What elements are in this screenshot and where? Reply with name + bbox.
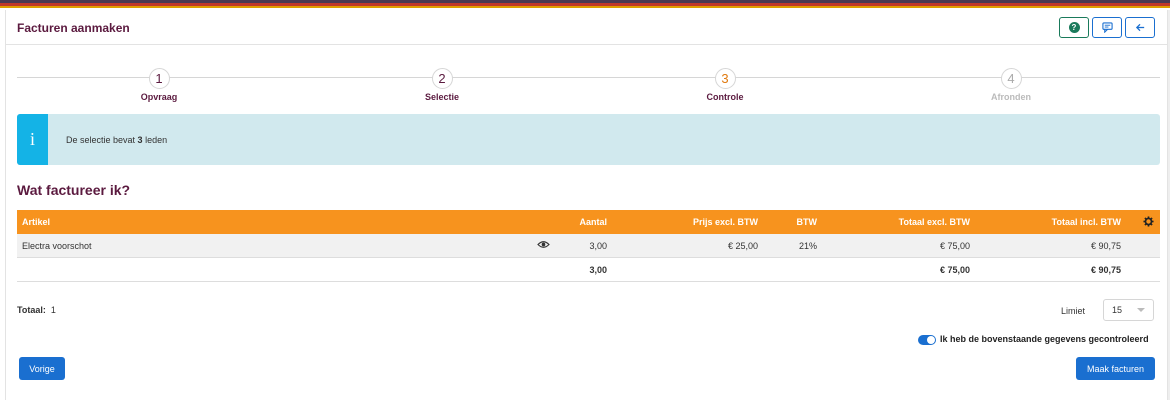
col-prijs[interactable]: Prijs excl. BTW: [693, 217, 758, 227]
confirm-toggle[interactable]: [918, 335, 936, 345]
feedback-button[interactable]: [1092, 17, 1122, 38]
make-invoices-button[interactable]: Maak facturen: [1076, 357, 1155, 380]
wizard-steps: 1 Opvraag 2 Selectie 3 Controle 4 Afrond…: [17, 68, 1160, 108]
cell-btw: 21%: [798, 241, 817, 251]
panel-header: Facturen aanmaken ?: [6, 10, 1167, 45]
info-alert: i De selectie bevat 3 leden: [17, 114, 1160, 165]
step-selectie[interactable]: 2 Selectie: [382, 68, 502, 102]
step-label: Controle: [706, 92, 744, 102]
step-number: 2: [431, 68, 453, 89]
col-totaal-incl[interactable]: Totaal incl. BTW: [1052, 217, 1121, 227]
limit-label: Limiet: [1061, 306, 1086, 316]
eye-icon[interactable]: [537, 239, 550, 252]
step-controle[interactable]: 3 Controle: [665, 68, 785, 102]
step-number: 3: [714, 68, 736, 89]
step-label: Opvraag: [140, 92, 178, 102]
confirm-label: Ik heb de bovenstaande gegevens gecontro…: [940, 334, 1149, 344]
step-label: Afronden: [991, 92, 1031, 102]
alert-text: De selectie bevat 3 leden: [66, 135, 168, 145]
col-aantal[interactable]: Aantal: [579, 217, 607, 227]
invoice-table: Artikel Aantal Prijs excl. BTW BTW Totaa…: [17, 210, 1160, 282]
arrow-left-icon: [1135, 23, 1144, 32]
info-icon: i: [17, 114, 48, 165]
total-aantal: 3,00: [589, 265, 607, 275]
step-label: Selectie: [424, 92, 460, 102]
limit-select[interactable]: 15: [1103, 299, 1154, 321]
chevron-down-icon: [1137, 308, 1145, 312]
col-totaal-excl[interactable]: Totaal excl. BTW: [899, 217, 970, 227]
col-artikel[interactable]: Artikel: [22, 217, 50, 227]
help-button[interactable]: ?: [1059, 17, 1089, 38]
step-number: 4: [1000, 68, 1022, 89]
previous-button[interactable]: Vorige: [19, 357, 65, 380]
top-color-stripe: [0, 0, 1170, 10]
main-panel: Facturen aanmaken ? 1 Opvraag 2 Selectie…: [5, 10, 1168, 400]
table-header: Artikel Aantal Prijs excl. BTW BTW Totaa…: [17, 210, 1160, 234]
cell-prijs: € 25,00: [727, 241, 758, 251]
table-row: Electra voorschot 3,00 € 25,00 21% € 75,…: [17, 234, 1160, 258]
cell-totaal-incl: € 90,75: [1090, 241, 1121, 251]
total-incl: € 90,75: [1090, 265, 1121, 275]
cell-totaal-excl: € 75,00: [939, 241, 970, 251]
step-opvraag[interactable]: 1 Opvraag: [99, 68, 219, 102]
back-button[interactable]: [1125, 17, 1155, 38]
page-title: Facturen aanmaken: [17, 21, 130, 35]
col-btw[interactable]: BTW: [797, 217, 818, 227]
question-circle-icon: ?: [1068, 22, 1080, 33]
total-count: Totaal: 1: [17, 305, 56, 315]
comment-icon: [1101, 22, 1113, 33]
section-title: Wat factureer ik?: [17, 182, 131, 198]
cell-aantal: 3,00: [589, 241, 607, 251]
step-number: 1: [148, 68, 170, 89]
total-excl: € 75,00: [939, 265, 970, 275]
step-afronden: 4 Afronden: [951, 68, 1071, 102]
gear-icon[interactable]: [1143, 216, 1154, 229]
cell-artikel: Electra voorschot: [22, 241, 92, 251]
totals-row: 3,00 € 75,00 € 90,75: [17, 258, 1160, 282]
